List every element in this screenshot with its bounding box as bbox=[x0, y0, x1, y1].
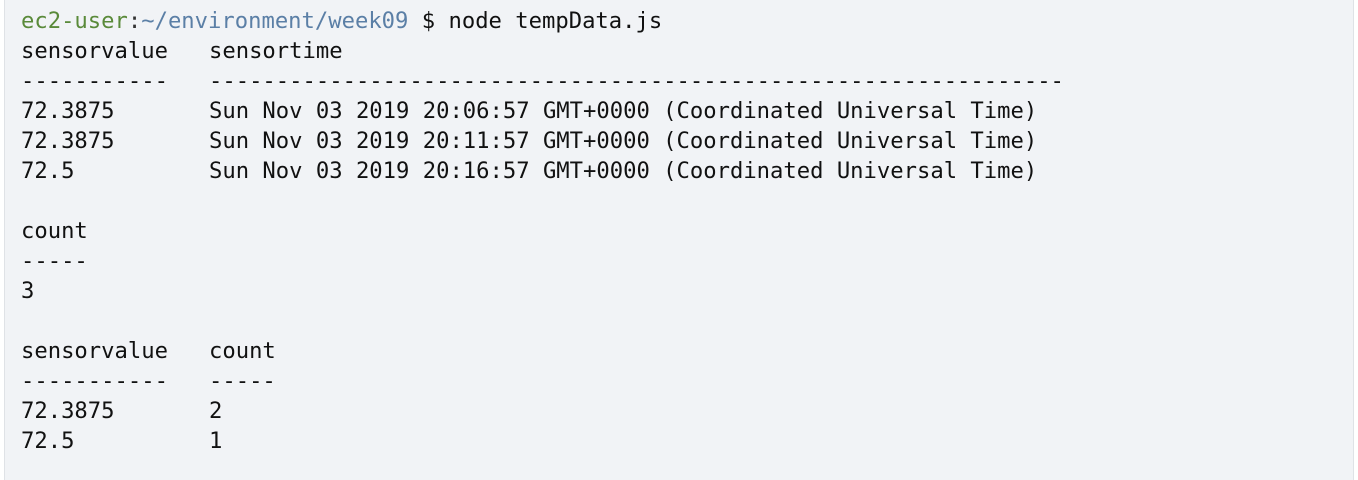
table1-cell-value: 72.3875 bbox=[21, 98, 115, 124]
table1-header-sensortime: sensortime bbox=[209, 38, 343, 64]
table1-rule-row: ----------- -----------------------------… bbox=[21, 66, 1353, 96]
table3-header-count: count bbox=[209, 338, 276, 364]
table3-cell-value: 72.3875 bbox=[21, 398, 115, 424]
terminal-window[interactable]: ec2-user:~/environment/week09 $ node tem… bbox=[4, 0, 1354, 480]
prompt-user: ec2-user bbox=[21, 8, 128, 34]
table1-rule-1: ----------- bbox=[21, 68, 168, 94]
table1-cell-time: Sun Nov 03 2019 20:16:57 GMT+0000 (Coord… bbox=[209, 158, 1038, 184]
table2-header: count bbox=[21, 218, 88, 244]
command-text: node tempData.js bbox=[448, 8, 663, 34]
table1-cell-value: 72.5 bbox=[21, 158, 75, 184]
table1-header-row: sensorvalue sensortime bbox=[21, 36, 1353, 66]
table2-rule: ----- bbox=[21, 248, 88, 274]
table1-cell-time: Sun Nov 03 2019 20:11:57 GMT+0000 (Coord… bbox=[209, 128, 1038, 154]
prompt-separator: : bbox=[127, 8, 142, 34]
table3-cell-count: 1 bbox=[209, 428, 223, 454]
table1-cell-value: 72.3875 bbox=[21, 128, 115, 154]
table-row: 72.3875 2 bbox=[21, 396, 1353, 426]
table3-cell-value: 72.5 bbox=[21, 428, 75, 454]
table-row: 72.3875 Sun Nov 03 2019 20:06:57 GMT+0000… bbox=[21, 96, 1353, 126]
table1-header-sensorvalue: sensorvalue bbox=[21, 38, 168, 64]
table3-rule-row: ----------- ----- bbox=[21, 366, 1353, 396]
table1-rule-2: ----------------------------------------… bbox=[209, 68, 1064, 94]
table3-rule-2: ----- bbox=[209, 368, 276, 394]
prompt-path: ~/environment/week09 bbox=[141, 8, 409, 34]
table2-value: 3 bbox=[21, 278, 35, 304]
prompt-symbol: $ bbox=[408, 8, 449, 34]
table3-rule-1: ----------- bbox=[21, 368, 168, 394]
table1-cell-time: Sun Nov 03 2019 20:06:57 GMT+0000 (Coord… bbox=[209, 98, 1038, 124]
table3-cell-count: 2 bbox=[209, 398, 223, 424]
table3-header-sensorvalue: sensorvalue bbox=[21, 338, 168, 364]
prompt-line: ec2-user:~/environment/week09 $ node tem… bbox=[21, 6, 1353, 36]
table-row: 72.5 1 bbox=[21, 426, 1353, 456]
table-row: 72.5 Sun Nov 03 2019 20:16:57 GMT+0000 (C… bbox=[21, 156, 1353, 186]
table3-header-row: sensorvalue count bbox=[21, 336, 1353, 366]
table-row: 72.3875 Sun Nov 03 2019 20:11:57 GMT+0000… bbox=[21, 126, 1353, 156]
